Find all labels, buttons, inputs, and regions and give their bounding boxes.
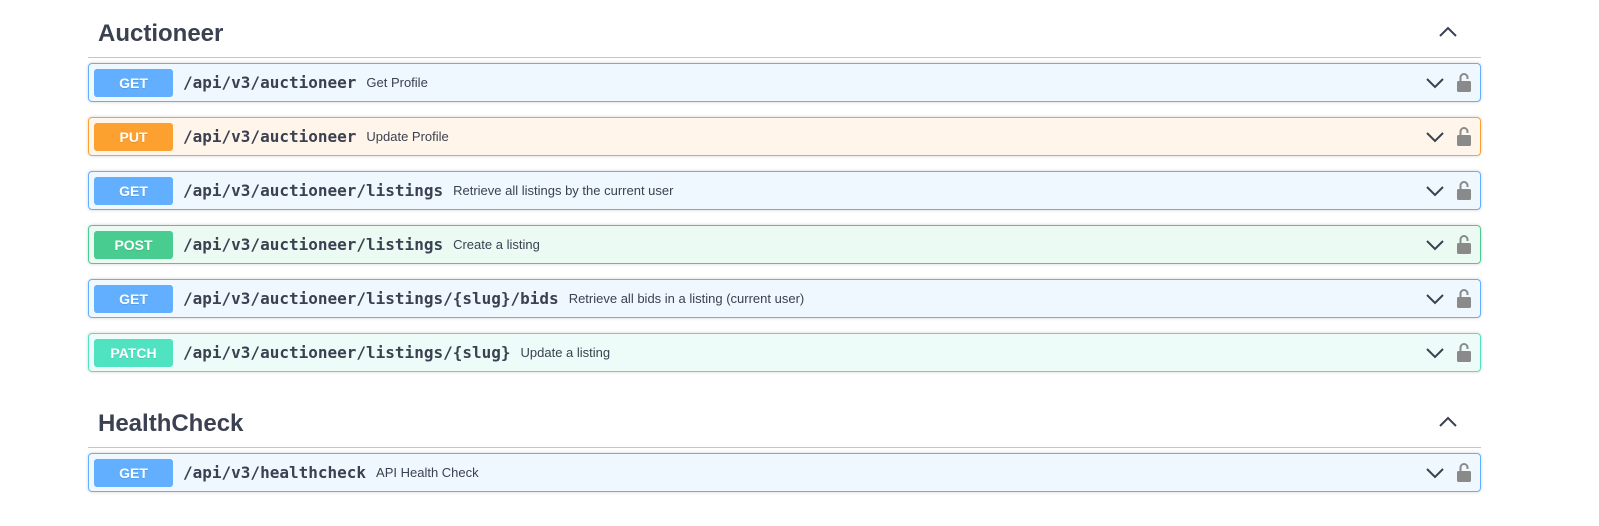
lock-icon[interactable] [1457,126,1471,146]
chevron-up-icon[interactable] [1437,24,1459,40]
operation-path-line: /api/v3/auctioneer/listings/{slug} Updat… [183,334,610,371]
operation-get-auctioneer-listings[interactable]: GET /api/v3/auctioneer/listings Retrieve… [88,171,1481,210]
lock-icon[interactable] [1457,180,1471,200]
operation-get-healthcheck[interactable]: GET /api/v3/healthcheck API Health Check [88,453,1481,492]
operation-patch-listing[interactable]: PATCH /api/v3/auctioneer/listings/{slug}… [88,333,1481,372]
chevron-down-icon[interactable] [1425,465,1445,481]
operation-path: /api/v3/healthcheck [183,463,367,482]
operation-path-line: /api/v3/auctioneer/listings Retrieve all… [183,172,673,209]
operation-summary: Create a listing [453,237,540,252]
lock-icon[interactable] [1457,288,1471,308]
chevron-down-icon[interactable] [1425,345,1445,361]
tag-title: Auctioneer [98,20,224,47]
tag-title: HealthCheck [98,410,244,437]
operation-path: /api/v3/auctioneer/listings/{slug}/bids [183,289,559,308]
operation-path: /api/v3/auctioneer/listings [183,235,444,254]
lock-icon[interactable] [1457,462,1471,482]
operation-summary: Retrieve all listings by the current use… [453,183,674,198]
chevron-down-icon[interactable] [1425,129,1445,145]
method-badge: GET [94,69,173,97]
lock-icon[interactable] [1457,342,1471,362]
operation-get-listing-bids[interactable]: GET /api/v3/auctioneer/listings/{slug}/b… [88,279,1481,318]
tag-header-healthcheck[interactable]: HealthCheck [88,390,1481,448]
operation-path-line: /api/v3/auctioneer Update Profile [183,118,449,155]
operation-path: /api/v3/auctioneer/listings/{slug} [183,343,511,362]
method-badge: GET [94,459,173,487]
lock-icon[interactable] [1457,234,1471,254]
operation-path-line: /api/v3/auctioneer/listings Create a lis… [183,226,540,263]
operation-path: /api/v3/auctioneer [183,73,357,92]
method-badge: PATCH [94,339,173,367]
method-badge: PUT [94,123,173,151]
tag-section-auctioneer: Auctioneer GET /api/v3/auctioneer Get Pr… [88,0,1481,372]
chevron-down-icon[interactable] [1425,291,1445,307]
tag-header-auctioneer[interactable]: Auctioneer [88,0,1481,58]
operation-summary: API Health Check [376,465,479,480]
method-badge: GET [94,285,173,313]
operation-post-auctioneer-listings[interactable]: POST /api/v3/auctioneer/listings Create … [88,225,1481,264]
operation-summary: Get Profile [366,75,428,90]
operation-path-line: /api/v3/auctioneer/listings/{slug}/bids … [183,280,804,317]
operation-path-line: /api/v3/auctioneer Get Profile [183,64,428,101]
operation-path: /api/v3/auctioneer [183,127,357,146]
operation-get-auctioneer[interactable]: GET /api/v3/auctioneer Get Profile [88,63,1481,102]
method-badge: POST [94,231,173,259]
chevron-down-icon[interactable] [1425,237,1445,253]
operation-path-line: /api/v3/healthcheck API Health Check [183,454,479,491]
operation-path: /api/v3/auctioneer/listings [183,181,444,200]
chevron-down-icon[interactable] [1425,183,1445,199]
chevron-down-icon[interactable] [1425,75,1445,91]
operation-summary: Retrieve all bids in a listing (current … [568,291,805,306]
api-docs: Auctioneer GET /api/v3/auctioneer Get Pr… [88,0,1481,492]
operation-summary: Update a listing [520,345,611,360]
tag-section-healthcheck: HealthCheck GET /api/v3/healthcheck API … [88,390,1481,492]
operation-summary: Update Profile [366,129,449,144]
lock-icon[interactable] [1457,72,1471,92]
method-badge: GET [94,177,173,205]
chevron-up-icon[interactable] [1437,414,1459,430]
operation-put-auctioneer[interactable]: PUT /api/v3/auctioneer Update Profile [88,117,1481,156]
